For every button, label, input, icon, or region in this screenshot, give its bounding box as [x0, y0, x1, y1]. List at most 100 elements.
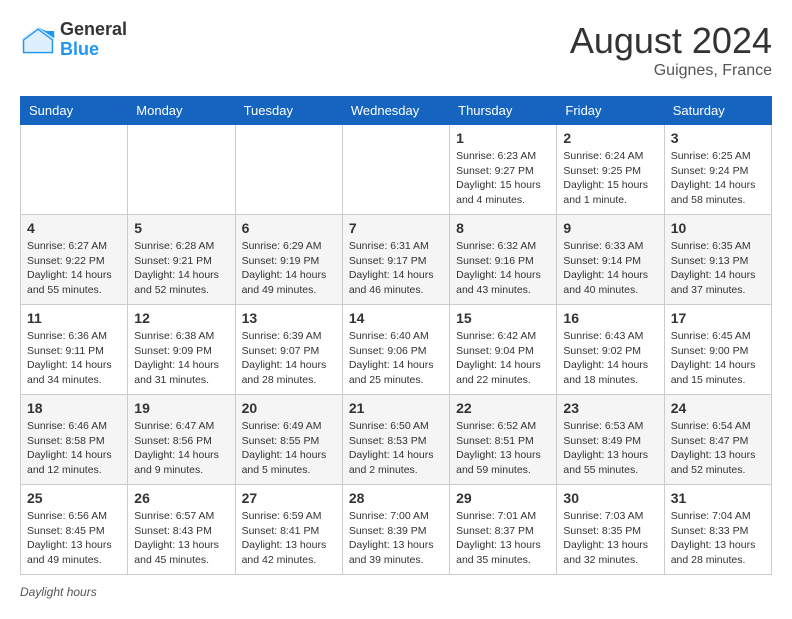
col-saturday: Saturday: [664, 97, 771, 125]
week-row-1: 4 Sunrise: 6:27 AMSunset: 9:22 PMDaylight…: [21, 215, 772, 305]
day-info: Sunrise: 6:31 AMSunset: 9:17 PMDaylight:…: [349, 239, 443, 298]
day-cell-4-0: 25 Sunrise: 6:56 AMSunset: 8:45 PMDayligh…: [21, 485, 128, 575]
day-cell-1-0: 4 Sunrise: 6:27 AMSunset: 9:22 PMDaylight…: [21, 215, 128, 305]
col-thursday: Thursday: [450, 97, 557, 125]
day-number: 19: [134, 400, 228, 416]
day-cell-1-2: 6Sunrise: 6:29 AMSunset: 9:19 PMDaylight…: [235, 215, 342, 305]
col-monday: Monday: [128, 97, 235, 125]
day-number: 23: [563, 400, 657, 416]
page-header: General Blue August 2024 Guignes, France: [20, 20, 772, 80]
day-info: Sunrise: 6:54 AMSunset: 8:47 PMDaylight:…: [671, 419, 765, 478]
day-cell-2-0: 11 Sunrise: 6:36 AMSunset: 9:11 PMDayligh…: [21, 305, 128, 395]
day-info: Sunrise: 7:03 AMSunset: 8:35 PMDaylight:…: [563, 509, 657, 568]
day-number: 2: [563, 130, 657, 146]
day-cell-3-1: 19 Sunrise: 6:47 AMSunset: 8:56 PMDayligh…: [128, 395, 235, 485]
day-number: 30: [563, 490, 657, 506]
day-info: Sunrise: 7:00 AMSunset: 8:39 PMDaylight:…: [349, 509, 443, 568]
calendar-table: Sunday Monday Tuesday Wednesday Thursday…: [20, 96, 772, 575]
day-cell-0-1: [128, 125, 235, 215]
day-cell-0-4: 1 Sunrise: 6:23 AMSunset: 9:27 PMDaylight…: [450, 125, 557, 215]
day-number: 14: [349, 310, 443, 326]
logo-blue-text: Blue: [60, 40, 127, 60]
day-cell-2-3: 14 Sunrise: 6:40 AMSunset: 9:06 PMDayligh…: [342, 305, 449, 395]
day-number: 24: [671, 400, 765, 416]
day-cell-0-6: 3 Sunrise: 6:25 AMSunset: 9:24 PMDaylight…: [664, 125, 771, 215]
day-cell-3-6: 24 Sunrise: 6:54 AMSunset: 8:47 PMDayligh…: [664, 395, 771, 485]
day-cell-4-3: 28Sunrise: 7:00 AMSunset: 8:39 PMDayligh…: [342, 485, 449, 575]
day-info: Sunrise: 6:52 AMSunset: 8:51 PMDaylight:…: [456, 419, 550, 478]
day-info: Sunrise: 6:59 AMSunset: 8:41 PMDaylight:…: [242, 509, 336, 568]
month-year: August 2024: [570, 20, 772, 62]
day-number: 6: [242, 220, 336, 236]
day-number: 11: [27, 310, 121, 326]
logo-general-text: General: [60, 20, 127, 40]
day-cell-0-2: [235, 125, 342, 215]
day-cell-1-5: 9Sunrise: 6:33 AMSunset: 9:14 PMDaylight…: [557, 215, 664, 305]
day-cell-0-5: 2Sunrise: 6:24 AMSunset: 9:25 PMDaylight…: [557, 125, 664, 215]
day-info: Sunrise: 6:49 AMSunset: 8:55 PMDaylight:…: [242, 419, 336, 478]
day-cell-4-6: 31 Sunrise: 7:04 AMSunset: 8:33 PMDayligh…: [664, 485, 771, 575]
col-sunday: Sunday: [21, 97, 128, 125]
title-block: August 2024 Guignes, France: [570, 20, 772, 80]
day-number: 8: [456, 220, 550, 236]
week-row-4: 25 Sunrise: 6:56 AMSunset: 8:45 PMDayligh…: [21, 485, 772, 575]
day-number: 5: [134, 220, 228, 236]
day-number: 18: [27, 400, 121, 416]
logo-text: General Blue: [60, 20, 127, 60]
calendar-header-row: Sunday Monday Tuesday Wednesday Thursday…: [21, 97, 772, 125]
day-cell-0-0: [21, 125, 128, 215]
col-wednesday: Wednesday: [342, 97, 449, 125]
day-info: Sunrise: 6:42 AMSunset: 9:04 PMDaylight:…: [456, 329, 550, 388]
day-info: Sunrise: 6:36 AMSunset: 9:11 PMDaylight:…: [27, 329, 121, 388]
day-number: 31: [671, 490, 765, 506]
day-info: Sunrise: 6:40 AMSunset: 9:06 PMDaylight:…: [349, 329, 443, 388]
day-cell-2-5: 16Sunrise: 6:43 AMSunset: 9:02 PMDayligh…: [557, 305, 664, 395]
day-info: Sunrise: 6:50 AMSunset: 8:53 PMDaylight:…: [349, 419, 443, 478]
location: Guignes, France: [570, 62, 772, 80]
day-info: Sunrise: 6:23 AMSunset: 9:27 PMDaylight:…: [456, 149, 550, 208]
day-number: 10: [671, 220, 765, 236]
day-cell-4-1: 26Sunrise: 6:57 AMSunset: 8:43 PMDayligh…: [128, 485, 235, 575]
day-number: 15: [456, 310, 550, 326]
week-row-2: 11 Sunrise: 6:36 AMSunset: 9:11 PMDayligh…: [21, 305, 772, 395]
day-info: Sunrise: 6:47 AMSunset: 8:56 PMDaylight:…: [134, 419, 228, 478]
day-number: 3: [671, 130, 765, 146]
day-cell-3-3: 21 Sunrise: 6:50 AMSunset: 8:53 PMDayligh…: [342, 395, 449, 485]
day-info: Sunrise: 6:56 AMSunset: 8:45 PMDaylight:…: [27, 509, 121, 568]
day-cell-2-1: 12 Sunrise: 6:38 AMSunset: 9:09 PMDayligh…: [128, 305, 235, 395]
day-number: 9: [563, 220, 657, 236]
day-info: Sunrise: 6:38 AMSunset: 9:09 PMDaylight:…: [134, 329, 228, 388]
day-info: Sunrise: 6:25 AMSunset: 9:24 PMDaylight:…: [671, 149, 765, 208]
day-cell-4-2: 27 Sunrise: 6:59 AMSunset: 8:41 PMDayligh…: [235, 485, 342, 575]
day-cell-3-5: 23Sunrise: 6:53 AMSunset: 8:49 PMDayligh…: [557, 395, 664, 485]
day-number: 12: [134, 310, 228, 326]
day-number: 17: [671, 310, 765, 326]
day-info: Sunrise: 6:27 AMSunset: 9:22 PMDaylight:…: [27, 239, 121, 298]
day-number: 4: [27, 220, 121, 236]
logo: General Blue: [20, 20, 127, 60]
day-number: 7: [349, 220, 443, 236]
day-info: Sunrise: 6:35 AMSunset: 9:13 PMDaylight:…: [671, 239, 765, 298]
day-number: 21: [349, 400, 443, 416]
day-number: 13: [242, 310, 336, 326]
day-number: 26: [134, 490, 228, 506]
day-number: 25: [27, 490, 121, 506]
footer: Daylight hours: [20, 585, 772, 599]
day-info: Sunrise: 6:45 AMSunset: 9:00 PMDaylight:…: [671, 329, 765, 388]
day-cell-2-4: 15 Sunrise: 6:42 AMSunset: 9:04 PMDayligh…: [450, 305, 557, 395]
day-info: Sunrise: 6:28 AMSunset: 9:21 PMDaylight:…: [134, 239, 228, 298]
day-cell-2-6: 17 Sunrise: 6:45 AMSunset: 9:00 PMDayligh…: [664, 305, 771, 395]
logo-icon: [20, 22, 56, 58]
day-cell-3-4: 22Sunrise: 6:52 AMSunset: 8:51 PMDayligh…: [450, 395, 557, 485]
day-info: Sunrise: 7:04 AMSunset: 8:33 PMDaylight:…: [671, 509, 765, 568]
day-info: Sunrise: 6:46 AMSunset: 8:58 PMDaylight:…: [27, 419, 121, 478]
daylight-label: Daylight hours: [20, 585, 97, 599]
day-cell-3-2: 20Sunrise: 6:49 AMSunset: 8:55 PMDayligh…: [235, 395, 342, 485]
week-row-3: 18 Sunrise: 6:46 AMSunset: 8:58 PMDayligh…: [21, 395, 772, 485]
day-info: Sunrise: 6:32 AMSunset: 9:16 PMDaylight:…: [456, 239, 550, 298]
day-cell-1-4: 8 Sunrise: 6:32 AMSunset: 9:16 PMDaylight…: [450, 215, 557, 305]
day-cell-1-1: 5 Sunrise: 6:28 AMSunset: 9:21 PMDaylight…: [128, 215, 235, 305]
day-info: Sunrise: 6:39 AMSunset: 9:07 PMDaylight:…: [242, 329, 336, 388]
day-number: 1: [456, 130, 550, 146]
day-number: 27: [242, 490, 336, 506]
